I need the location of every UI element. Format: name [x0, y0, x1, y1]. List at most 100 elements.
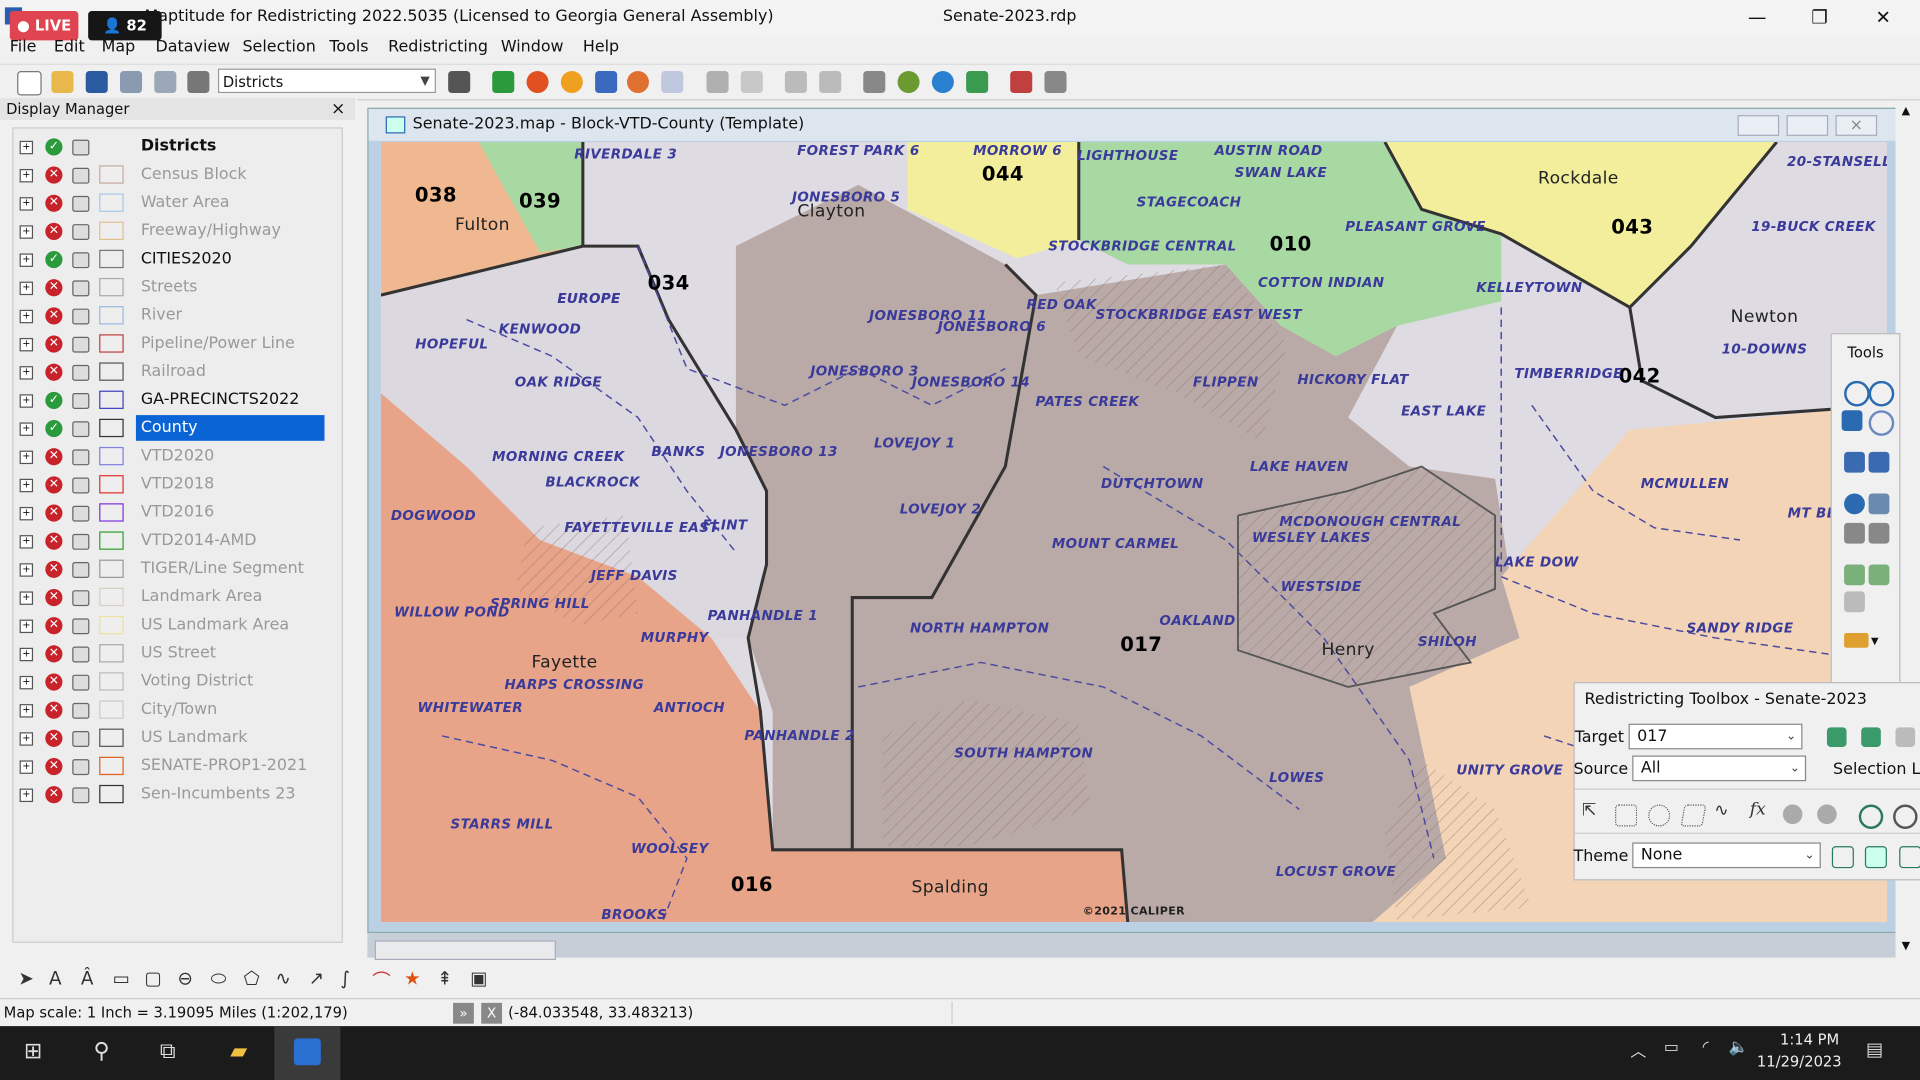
hidden-x-icon[interactable]: ✕ [45, 363, 63, 381]
layer-row[interactable]: + ✕ Water Area [13, 190, 319, 218]
layer-style-swatch[interactable] [99, 165, 124, 184]
layer-row[interactable]: + ✕ VTD2018 [13, 471, 319, 499]
expand-icon[interactable]: + [19, 253, 34, 267]
menu-file[interactable]: File [10, 38, 37, 56]
expand-icon[interactable]: + [19, 366, 34, 380]
layer-style-swatch[interactable] [99, 644, 124, 663]
visible-check-icon[interactable]: ✓ [45, 391, 63, 409]
menu-selection[interactable]: Selection [242, 38, 315, 56]
dot-density-icon[interactable] [661, 71, 684, 94]
hidden-x-icon[interactable]: ✕ [45, 673, 63, 691]
filter-icon[interactable] [1044, 71, 1067, 94]
district-settings-icon[interactable] [1861, 727, 1881, 747]
expand-icon[interactable]: + [19, 309, 34, 324]
label-toggle-icon[interactable] [72, 280, 90, 297]
save-icon[interactable] [85, 71, 108, 94]
layer-style-swatch[interactable] [99, 672, 124, 691]
hidden-x-icon[interactable]: ✕ [45, 504, 63, 522]
target-select[interactable]: 017 ⌄ [1628, 723, 1803, 750]
layer-row[interactable]: + ✕ Sen-Incumbents 23 [13, 781, 319, 809]
clear-selection-icon[interactable] [1782, 804, 1803, 825]
menu-dataview[interactable]: Dataview [156, 38, 231, 56]
layer-style-swatch[interactable] [99, 306, 124, 325]
expand-icon[interactable]: + [19, 760, 34, 774]
formula-icon[interactable]: fx [1750, 800, 1766, 820]
hidden-x-icon[interactable]: ✕ [45, 476, 63, 494]
layer-style-swatch[interactable] [99, 756, 124, 776]
layer-row[interactable]: + ✕ Voting District [13, 669, 319, 697]
maptitude-taskbar-button[interactable] [274, 1026, 341, 1080]
clock-date[interactable]: 11/29/2023 [1757, 1053, 1842, 1070]
circle-select-icon[interactable] [1648, 804, 1671, 827]
map-maximize-button[interactable] [1786, 115, 1829, 136]
pin-icon[interactable] [863, 71, 886, 94]
layer-row[interactable]: + ✓ CITIES2020 [13, 246, 319, 274]
label-toggle-icon[interactable] [72, 308, 90, 325]
layer-row[interactable]: + ✕ US Landmark [13, 725, 319, 753]
task-view-icon[interactable]: ⧉ [152, 1038, 184, 1067]
export-icon[interactable] [1010, 71, 1033, 94]
scroll-up-icon[interactable]: ▲ [1902, 105, 1910, 117]
layer-row[interactable]: + ✕ Census Block [13, 162, 319, 190]
label-toggle-icon[interactable] [72, 195, 90, 212]
layer-name[interactable]: US Landmark Area [136, 612, 325, 638]
target-icon[interactable] [931, 71, 954, 94]
layer-style-swatch[interactable] [99, 503, 124, 522]
chevron-up-icon[interactable]: ︿ [1622, 1038, 1654, 1067]
map-close-button[interactable]: × [1835, 115, 1878, 136]
expand-icon[interactable]: + [19, 647, 34, 662]
layer-style-swatch[interactable] [99, 700, 124, 719]
layer-row[interactable]: + ✕ VTD2020 [13, 443, 319, 471]
north-arrow-icon[interactable]: ⇞ [437, 967, 452, 989]
map-minimize-button[interactable] [1737, 115, 1780, 136]
rotate-icon[interactable] [1868, 410, 1895, 436]
layer-style-swatch[interactable] [99, 277, 124, 297]
info-icon[interactable] [1844, 493, 1865, 515]
polygon-icon[interactable]: ⬠ [244, 967, 260, 989]
layer-row[interactable]: + ✕ Streets [13, 274, 319, 302]
label-toggle-icon[interactable] [72, 449, 90, 466]
wifi-icon[interactable]: ◜ [1690, 1038, 1722, 1067]
hidden-x-icon[interactable]: ✕ [45, 701, 63, 719]
hidden-x-icon[interactable]: ✕ [45, 194, 63, 212]
layers-icon[interactable] [706, 71, 729, 94]
polygon-select-icon[interactable] [1680, 804, 1707, 827]
text-outline-icon[interactable]: Â [81, 967, 94, 989]
expand-icon[interactable]: » [453, 1002, 474, 1024]
search-icon[interactable]: ⚲ [86, 1038, 118, 1067]
layer-style-swatch[interactable] [99, 728, 124, 747]
hidden-x-icon[interactable]: ✕ [45, 729, 63, 747]
hidden-x-icon[interactable]: ✕ [45, 617, 63, 635]
source-select[interactable]: All ⌄ [1632, 755, 1807, 782]
label-toggle-icon[interactable] [72, 393, 90, 409]
undo-icon[interactable] [784, 71, 807, 94]
expand-icon[interactable]: + [19, 197, 34, 211]
volume-icon[interactable]: 🔈 [1723, 1038, 1755, 1067]
layer-name[interactable]: Freeway/Highway [136, 218, 325, 244]
layer-row[interactable]: + ✕ City/Town [13, 697, 319, 725]
map-settings-icon[interactable] [966, 71, 989, 94]
new-icon[interactable] [17, 71, 42, 96]
pointer-select-icon[interactable]: ⇱ [1582, 801, 1596, 821]
notifications-icon[interactable]: ▤ [1859, 1038, 1891, 1067]
binoculars-icon[interactable] [448, 71, 471, 94]
minimize-button[interactable]: — [1733, 2, 1782, 31]
freehand-icon[interactable]: ⌒ [372, 967, 390, 993]
expand-icon[interactable]: + [19, 168, 34, 183]
layer-row[interactable]: + ✕ SENATE-PROP1-2021 [13, 753, 319, 781]
theme-select[interactable]: None ⌄ [1632, 842, 1821, 869]
zoom-to-district-icon[interactable] [1858, 804, 1884, 829]
expand-icon[interactable]: + [19, 563, 34, 577]
select-icon[interactable] [1868, 493, 1890, 515]
hidden-x-icon[interactable]: ✕ [45, 588, 63, 607]
layer-name[interactable]: Streets [136, 274, 325, 300]
expand-icon[interactable]: + [19, 675, 34, 690]
label-toggle-icon[interactable] [72, 787, 90, 804]
file-explorer-icon[interactable]: ▰ [223, 1038, 255, 1067]
dataview-icon[interactable] [740, 71, 763, 94]
pan-hand-icon[interactable] [1841, 410, 1863, 432]
layer-row[interactable]: + ✓ County [13, 415, 325, 443]
label-toggle-icon[interactable] [72, 477, 90, 494]
theme-icon[interactable] [526, 71, 549, 94]
layer-row[interactable]: + ✓ GA-PRECINCTS2022 [13, 387, 319, 415]
